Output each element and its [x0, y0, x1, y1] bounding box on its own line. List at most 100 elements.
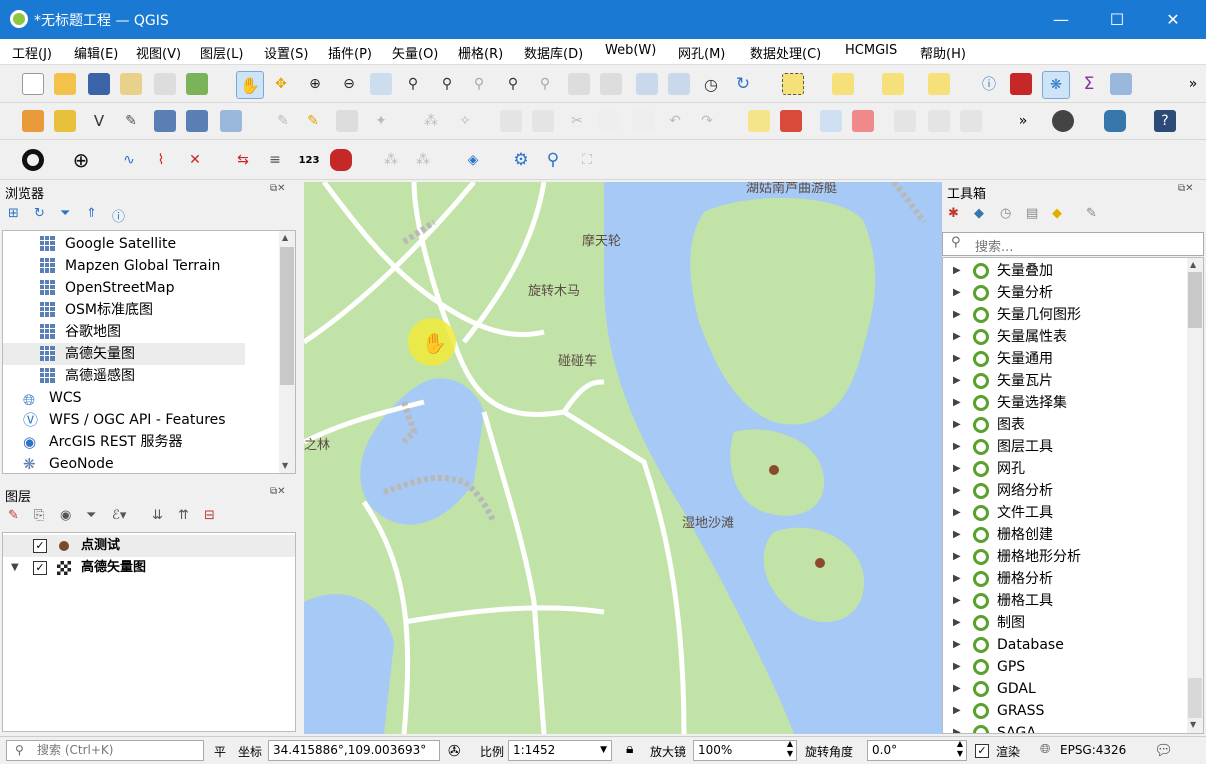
toolbox-group[interactable]: ▶ 矢量属性表 [943, 326, 1185, 348]
browser-item[interactable]: OSM标准底图 [3, 299, 295, 321]
menu-help[interactable]: 帮助(H) [920, 43, 966, 62]
zoom-out-icon[interactable]: ⊖ [338, 73, 360, 95]
render-checkbox[interactable]: ✓ [975, 744, 989, 758]
move-label-icon[interactable] [894, 110, 916, 132]
new-shapefile-icon[interactable]: V [88, 110, 110, 132]
tracing-icon[interactable]: ⁂ [412, 149, 434, 171]
expand-chevron-icon[interactable]: ▶ [953, 634, 961, 656]
expand-chevron-icon[interactable]: ▶ [953, 480, 961, 502]
redo2-icon[interactable]: ↷ [696, 110, 718, 132]
collapse-all-icon[interactable]: ⇈ [178, 508, 189, 523]
expand-chevron-icon[interactable]: ▶ [953, 700, 961, 722]
menu-plugins[interactable]: 插件(P) [328, 43, 372, 62]
layer-row[interactable]: ✓ 点测试 [3, 535, 295, 557]
show-bookmarks-icon[interactable] [668, 73, 690, 95]
browser-properties-icon[interactable]: ⓘ [112, 206, 125, 225]
menu-hcmgis[interactable]: HCMGIS [845, 43, 897, 58]
magnifier-spinbox[interactable]: 100% ▲ ▼ [693, 740, 797, 761]
diagram-icon[interactable] [780, 110, 802, 132]
browser-item[interactable]: Mapzen Global Terrain [3, 255, 295, 277]
zoom-last-icon[interactable]: ⚲ [502, 73, 524, 95]
layer-stack-icon[interactable]: ◈ [462, 149, 484, 171]
python-console-icon[interactable] [1104, 110, 1126, 132]
edit-in-place-icon[interactable]: ◆ [1052, 206, 1062, 221]
crs-label[interactable]: EPSG:4326 [1060, 743, 1126, 757]
open-project-icon[interactable] [54, 73, 76, 95]
new-temp-layer-icon[interactable]: ✎ [120, 110, 142, 132]
statistical-summary-icon[interactable]: Σ [1078, 73, 1100, 95]
expand-chevron-icon[interactable]: ▶ [953, 436, 961, 458]
expand-chevron-icon[interactable]: ▶ [953, 656, 961, 678]
browser-filter-icon[interactable]: ⏷ [60, 206, 70, 221]
new-3d-view-icon[interactable] [600, 73, 622, 95]
expand-chevron-icon[interactable]: ▶ [953, 458, 961, 480]
modify-attributes-icon[interactable]: ✧ [454, 110, 476, 132]
undo-icon[interactable] [632, 110, 654, 132]
help-icon[interactable]: ? [1154, 110, 1176, 132]
layers-float-close-icon[interactable]: ⧉✕ [270, 486, 286, 497]
expand-chevron-icon[interactable]: ▶ [953, 546, 961, 568]
deselect-icon[interactable] [882, 73, 904, 95]
browser-item[interactable]: Ⓥ WFS / OGC API - Features [3, 409, 295, 431]
map-point-feature[interactable] [815, 558, 825, 568]
processing-toolbox-icon[interactable]: ❋ [1042, 71, 1070, 99]
scroll-down-icon[interactable]: ▼ [1190, 720, 1196, 729]
menu-settings[interactable]: 设置(S) [264, 43, 308, 62]
save-project-icon[interactable] [88, 73, 110, 95]
expand-chevron-icon[interactable]: ▶ [953, 524, 961, 546]
rotate-label-icon[interactable] [928, 110, 950, 132]
scroll-thumb-lower[interactable] [1188, 678, 1202, 718]
scroll-thumb[interactable] [1188, 272, 1202, 328]
menu-mesh[interactable]: 网孔(M) [678, 43, 725, 62]
manage-map-themes-icon[interactable]: ◉ [60, 508, 71, 523]
scripts-icon[interactable]: ◆ [974, 206, 984, 221]
toolbox-group[interactable]: ▶ 矢量几何图形 [943, 304, 1185, 326]
expand-chevron-icon[interactable]: ▶ [953, 348, 961, 370]
browser-item[interactable]: ❋ GeoNode [3, 453, 295, 473]
scroll-up-icon[interactable]: ▲ [282, 233, 288, 242]
vertex-tool-icon[interactable]: ⁂ [420, 110, 442, 132]
expand-chevron-icon[interactable]: ▶ [953, 590, 961, 612]
toolbox-group[interactable]: ▶ 文件工具 [943, 502, 1185, 524]
menu-database[interactable]: 数据库(D) [524, 43, 583, 62]
paste-features-icon[interactable] [598, 110, 620, 132]
pan-map-icon[interactable]: ✋ [236, 71, 264, 99]
offset-curve-icon[interactable]: ≡ [264, 149, 286, 171]
crs-globe-icon[interactable]: 🌐︎ [1040, 742, 1050, 757]
bookmark-icon[interactable] [636, 73, 658, 95]
save-edits-icon[interactable] [336, 110, 358, 132]
highlight-labels-icon[interactable] [852, 110, 874, 132]
expand-chevron-icon[interactable]: ▶ [953, 282, 961, 304]
messages-icon[interactable]: 💬︎ [1154, 741, 1173, 759]
select-by-value-icon[interactable] [832, 73, 854, 95]
menu-vector[interactable]: 矢量(O) [392, 43, 438, 62]
expand-chevron-icon[interactable]: ▶ [953, 370, 961, 392]
map-point-feature[interactable] [769, 465, 779, 475]
zoom-to-layer-icon[interactable]: ⚲ [436, 73, 458, 95]
toolbox-group[interactable]: ▶ 图表 [943, 414, 1185, 436]
add-xy-point-icon[interactable]: ∿ [118, 149, 140, 171]
menu-view[interactable]: 视图(V) [136, 43, 181, 62]
toolbox-search-input[interactable]: ⚲ 搜索... [942, 232, 1204, 256]
data-source-manager-icon[interactable] [22, 110, 44, 132]
zoom-full-icon[interactable] [370, 73, 392, 95]
toolbox-group[interactable]: ▶ 矢量通用 [943, 348, 1185, 370]
new-print-layout-icon[interactable] [120, 73, 142, 95]
expand-all-icon[interactable]: ⇊ [152, 508, 163, 523]
layer-row[interactable]: ▼ ✓ 高德矢量图 [3, 557, 295, 579]
style-manager-icon[interactable] [186, 73, 208, 95]
expand-chevron-icon[interactable]: ▶ [953, 568, 961, 590]
browser-collapse-icon[interactable]: ⇑ [86, 206, 97, 221]
zoom-in-icon[interactable]: ⊕ [304, 73, 326, 95]
menu-edit[interactable]: 编辑(E) [74, 43, 118, 62]
browser-item[interactable]: Google Satellite [3, 233, 295, 255]
annotation-icon[interactable] [330, 149, 352, 171]
toggle-editing-icon[interactable]: ✎ [302, 110, 324, 132]
layer-visibility-checkbox[interactable]: ✓ [33, 561, 47, 575]
results-icon[interactable]: ▤ [1026, 206, 1038, 221]
layout-manager-icon[interactable] [154, 73, 176, 95]
toolbox-group[interactable]: ▶ GPS [943, 656, 1185, 678]
close-button[interactable]: ✕ [1150, 0, 1196, 39]
expand-chevron-icon[interactable]: ▶ [953, 260, 961, 282]
rotation-spinbox[interactable]: 0.0° ▲ ▼ [867, 740, 967, 761]
